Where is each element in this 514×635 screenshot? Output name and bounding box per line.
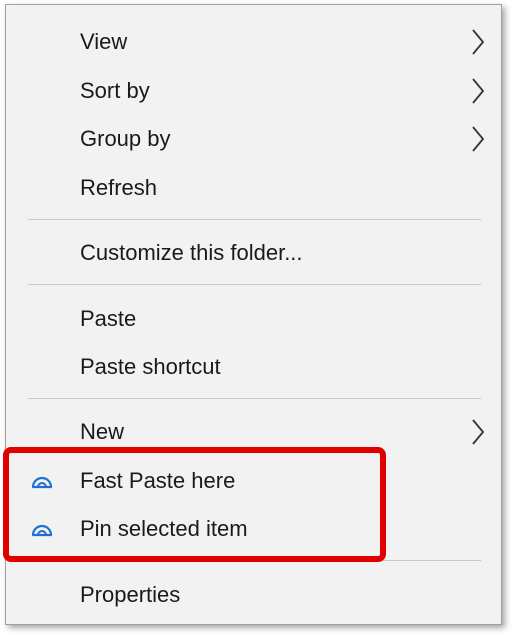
menu-separator (28, 398, 481, 399)
menu-item-label: Customize this folder... (80, 240, 303, 265)
highlight-box (3, 447, 386, 562)
menu-item-paste[interactable]: Paste (6, 295, 501, 343)
menu-item-label: Paste shortcut (80, 354, 221, 379)
menu-item-label: Refresh (80, 175, 158, 200)
menu-item-label: Sort by (80, 78, 150, 103)
chevron-right-icon (472, 419, 485, 445)
menu-item-label: Properties (80, 582, 181, 607)
menu-item-sort-by[interactable]: Sort by (6, 67, 501, 115)
menu-item-label: Group by (80, 126, 171, 151)
chevron-right-icon (472, 29, 485, 55)
menu-item-refresh[interactable]: Refresh (6, 164, 501, 212)
menu-item-view[interactable]: View (6, 18, 501, 66)
menu-separator (28, 284, 481, 285)
menu-item-customize-folder[interactable]: Customize this folder... (6, 229, 501, 277)
chevron-right-icon (472, 78, 485, 104)
menu-item-group-by[interactable]: Group by (6, 115, 501, 163)
menu-item-label: New (80, 419, 125, 444)
chevron-right-icon (472, 126, 485, 152)
menu-item-label: Paste (80, 306, 137, 331)
menu-item-label: View (80, 29, 128, 54)
menu-separator (28, 219, 481, 220)
menu-item-properties[interactable]: Properties (6, 571, 501, 619)
menu-item-paste-shortcut[interactable]: Paste shortcut (6, 343, 501, 391)
